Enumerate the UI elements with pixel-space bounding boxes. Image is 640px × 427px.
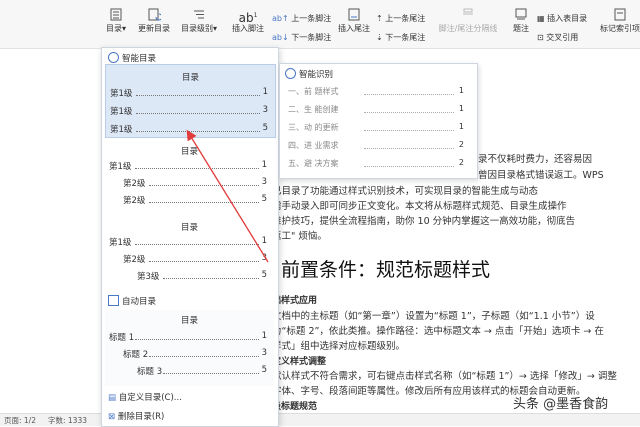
annotation-arrow — [186, 129, 269, 263]
watermark: 头条 @墨香食韵 — [513, 397, 609, 412]
